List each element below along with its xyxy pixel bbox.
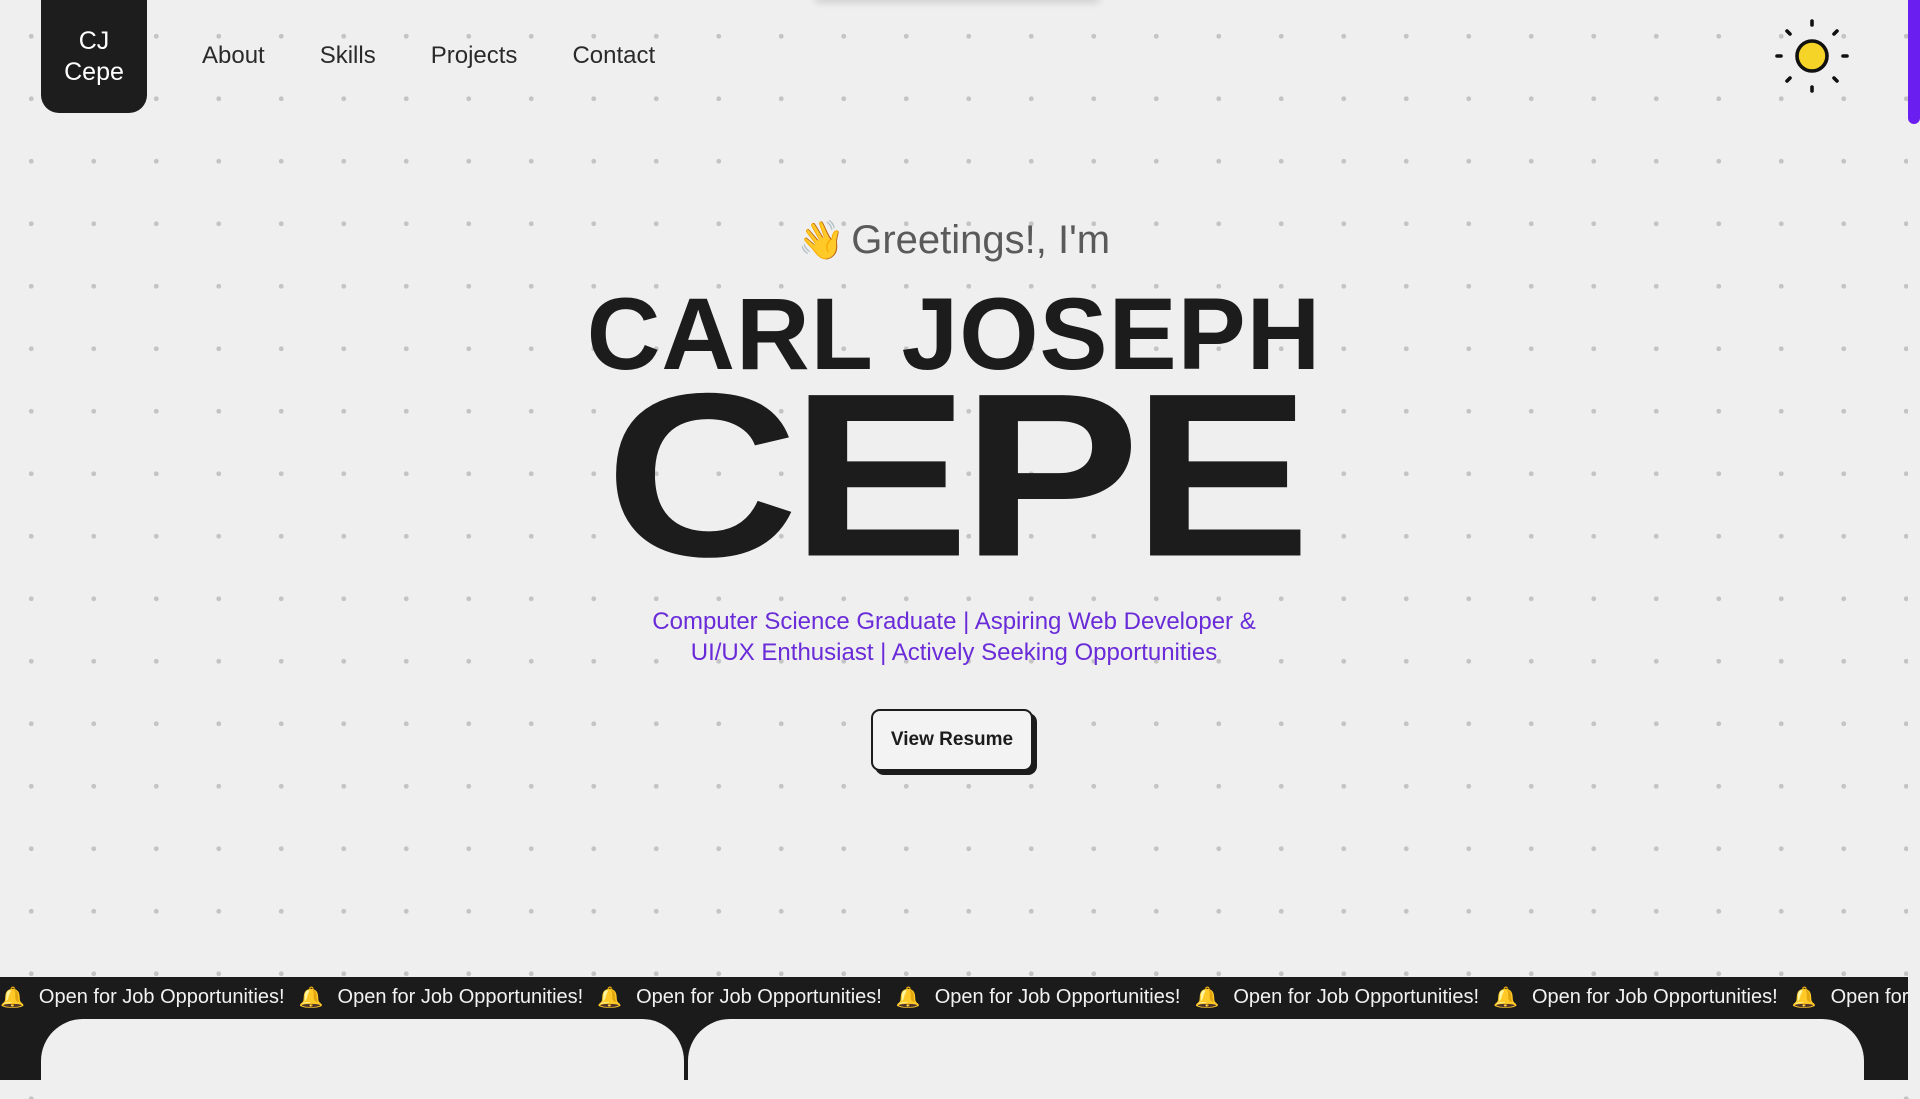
bell-icon: 🔔 (1493, 986, 1518, 1009)
bell-icon: 🔔 (1194, 986, 1220, 1009)
nav-projects[interactable]: Projects (431, 42, 518, 70)
tagline-line-2: UI/UX Enthusiast | Actively Seeking Oppo… (690, 639, 1218, 666)
theme-toggle-button[interactable] (1774, 18, 1850, 94)
greeting: 👋 Greetings!, I'm (0, 218, 1908, 263)
waving-hand-icon: 👋 (797, 220, 846, 262)
greeting-text: Greetings!, I'm (851, 218, 1111, 262)
marquee-text: Open for Job Opportunities! (636, 985, 882, 1008)
bell-icon: 🔔 (1791, 986, 1817, 1009)
logo-surname: Cepe (64, 57, 124, 86)
job-opportunities-marquee: 🔔 Open for Job Opportunities! 🔔 Open for Jo… (0, 977, 1908, 1017)
marquee-text: Open for Job Opportunities! (1233, 985, 1480, 1008)
marquee-item: 🔔 Open for Job Opportunities! (285, 985, 584, 1010)
hero-last-name: CEPE (605, 344, 1311, 606)
tagline-line-1: Computer Science Graduate | Aspiring Web… (652, 608, 1256, 635)
marquee-item: 🔔 Open for Job Opportunities! (1479, 985, 1778, 1010)
marquee-text: Open for Job Opportunities! (1531, 985, 1778, 1008)
about-card-left (41, 1019, 684, 1099)
bell-icon: 🔔 (895, 986, 921, 1009)
view-resume-button[interactable]: View Resume (871, 709, 1033, 771)
marquee-item: 🔔 Open for Job Opportunities! (0, 985, 285, 1010)
scrollbar-track[interactable] (1908, 0, 1920, 1080)
marquee-text: Open for Job Opportunities! (337, 985, 584, 1008)
marquee-item: 🔔 Open for Job Opportunities! (583, 985, 882, 1010)
marquee-item: 🔔 Open for Job Opportunities! (882, 985, 1181, 1010)
nav-skills[interactable]: Skills (320, 42, 376, 70)
marquee-track: 🔔 Open for Job Opportunities! 🔔 Open for Jo… (0, 977, 1908, 1017)
sun-icon (1775, 19, 1849, 93)
marquee-text: Open for Job Opportunities! (38, 985, 285, 1008)
marquee-text: Open for Job Opportunities! (1830, 985, 1908, 1008)
hero-tagline: Computer Science Graduate | Aspiring Web… (0, 606, 1908, 668)
marquee-item: 🔔 Open for Job Opportunities! (1180, 985, 1479, 1010)
nav-about[interactable]: About (202, 42, 265, 70)
marquee-item: 🔔 Open for Job Opportunities! (1778, 985, 1908, 1010)
logo-initials: CJ (78, 26, 110, 55)
about-card-right (688, 1019, 1864, 1099)
bell-icon: 🔔 (298, 986, 324, 1009)
scrollbar-thumb[interactable] (1908, 0, 1920, 124)
main-nav: About Skills Projects Contact (202, 42, 655, 70)
marquee-text: Open for Job Opportunities! (934, 985, 1181, 1008)
bell-icon: 🔔 (597, 986, 623, 1009)
site-logo[interactable]: CJ Cepe (41, 0, 147, 113)
bell-icon: 🔔 (0, 986, 25, 1009)
nav-contact[interactable]: Contact (572, 42, 655, 70)
